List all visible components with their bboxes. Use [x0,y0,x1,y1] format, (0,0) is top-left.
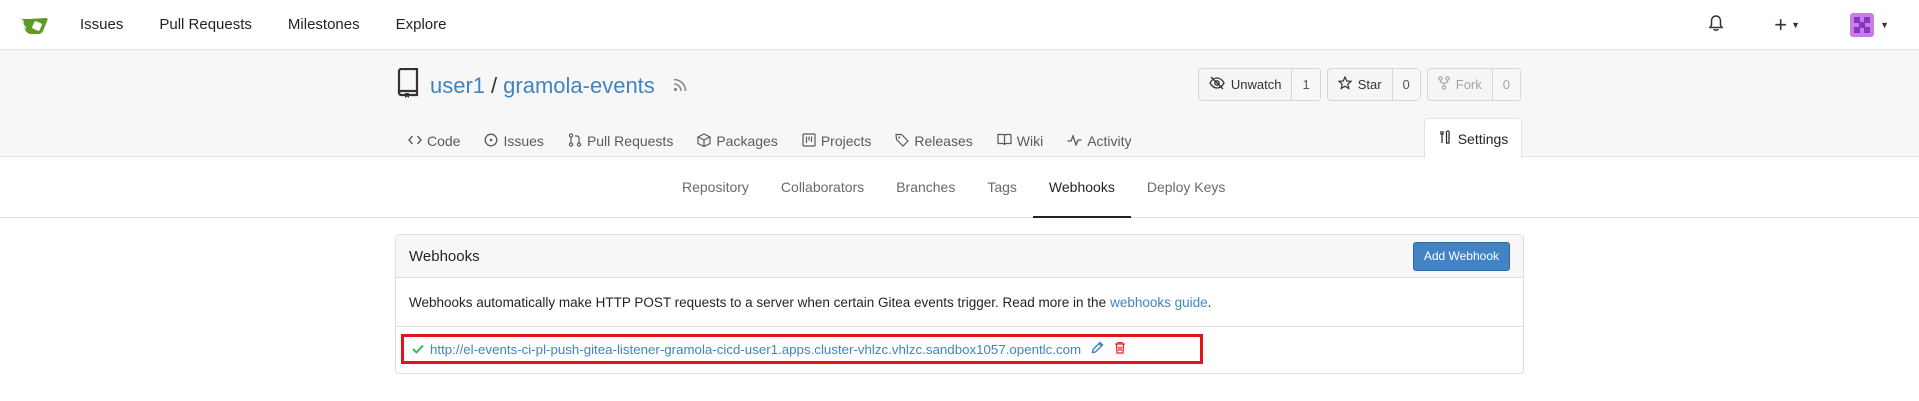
top-nav: Issues Pull Requests Milestones Explore … [0,0,1919,50]
book-icon [997,133,1012,149]
tab-code[interactable]: Code [408,130,460,152]
nav-explore[interactable]: Explore [396,16,447,33]
tab-pull-requests[interactable]: Pull Requests [568,130,673,152]
subtab-webhooks[interactable]: Webhooks [1032,157,1131,218]
user-menu[interactable]: ▼ [1850,13,1889,37]
project-icon [802,132,816,150]
tab-releases[interactable]: Releases [895,130,973,152]
package-icon [697,132,711,150]
repo-tabs: Code Issues Pull Requests Packages Proje… [408,130,1132,157]
subtab-branches[interactable]: Branches [880,157,971,218]
tag-icon [895,133,910,150]
fork-button-group: Fork 0 [1426,68,1521,101]
tab-releases-label: Releases [914,133,973,149]
tab-projects[interactable]: Projects [802,130,872,152]
webhooks-guide-link[interactable]: webhooks guide [1110,295,1208,310]
rss-icon[interactable] [673,78,687,95]
stars-count[interactable]: 0 [1392,69,1420,100]
unwatch-button[interactable]: Unwatch [1199,69,1293,100]
tab-wiki[interactable]: Wiki [997,130,1043,152]
repo-separator: / [491,73,498,98]
chevron-down-icon: ▼ [1880,20,1889,30]
issue-icon [484,133,498,150]
tab-settings-label: Settings [1457,130,1509,147]
pulse-icon [1067,133,1082,149]
tab-issues[interactable]: Issues [484,130,544,152]
webhook-url-link[interactable]: http://el-events-ci-pl-push-gitea-listen… [430,342,1081,357]
webhooks-title: Webhooks [409,247,480,265]
tab-wiki-label: Wiki [1016,133,1044,149]
unwatch-label: Unwatch [1230,77,1282,92]
bell-icon[interactable] [1708,15,1724,35]
subtab-deploy-keys[interactable]: Deploy Keys [1131,157,1242,218]
repo-owner-link[interactable]: user1 [430,73,485,99]
webhooks-description-text: Webhooks automatically make HTTP POST re… [409,294,1107,310]
star-label: Star [1357,77,1382,92]
nav-pull-requests[interactable]: Pull Requests [159,16,252,33]
star-button[interactable]: Star [1328,69,1393,100]
tab-packages[interactable]: Packages [697,130,778,152]
gitea-logo-icon[interactable] [20,10,50,40]
chevron-down-icon: ▼ [1791,20,1801,30]
subtab-repository[interactable]: Repository [666,157,765,218]
pull-request-icon [568,132,582,150]
webhooks-panel: Webhooks Add Webhook Webhooks automatica… [395,234,1524,374]
repo-title: user1 / gramola-events [396,67,687,104]
repo-action-buttons: Unwatch 1 Star 0 Fork 0 [1197,68,1521,101]
add-webhook-button[interactable]: Add Webhook [1412,241,1510,271]
star-icon [1337,75,1353,93]
webhook-item-highlight: http://el-events-ci-pl-push-gitea-listen… [401,334,1203,364]
create-menu[interactable]: + ▼ [1774,12,1800,38]
repo-header: user1 / gramola-events Unwatch 1 Star 0 [0,50,1919,158]
tab-activity-label: Activity [1087,133,1132,149]
star-button-group: Star 0 [1326,68,1421,101]
subtab-collaborators[interactable]: Collaborators [765,157,880,218]
watchers-count[interactable]: 1 [1292,69,1320,100]
plus-icon: + [1774,12,1788,37]
fork-button[interactable]: Fork [1428,69,1493,100]
fork-label: Fork [1455,77,1482,92]
tab-issues-label: Issues [503,133,544,149]
subtab-tags[interactable]: Tags [971,157,1033,218]
tab-pull-requests-label: Pull Requests [586,133,674,149]
tab-packages-label: Packages [716,133,778,149]
tab-activity[interactable]: Activity [1067,130,1132,152]
list-item: http://el-events-ci-pl-push-gitea-listen… [396,327,1523,373]
repo-icon [396,67,420,104]
webhooks-description: Webhooks automatically make HTTP POST re… [396,278,1523,327]
code-icon [408,133,422,149]
check-icon [412,341,424,357]
repo-name-link[interactable]: gramola-events [503,73,655,99]
pencil-icon[interactable] [1091,341,1104,357]
trash-icon[interactable] [1114,341,1126,357]
nav-issues[interactable]: Issues [80,16,123,33]
fork-icon [1437,76,1450,93]
forks-count[interactable]: 0 [1492,69,1520,100]
avatar [1850,13,1875,37]
nav-milestones[interactable]: Milestones [288,16,360,33]
webhooks-description-suffix: . [1207,294,1212,310]
tools-icon [1438,130,1452,147]
tab-projects-label: Projects [820,133,872,149]
unwatch-button-group: Unwatch 1 [1197,68,1321,101]
webhooks-panel-header: Webhooks Add Webhook [396,235,1523,278]
settings-subnav: Repository Collaborators Branches Tags W… [0,157,1919,218]
tab-settings[interactable]: Settings [1424,118,1522,158]
eye-slash-icon [1209,76,1225,93]
tab-code-label: Code [427,133,461,149]
